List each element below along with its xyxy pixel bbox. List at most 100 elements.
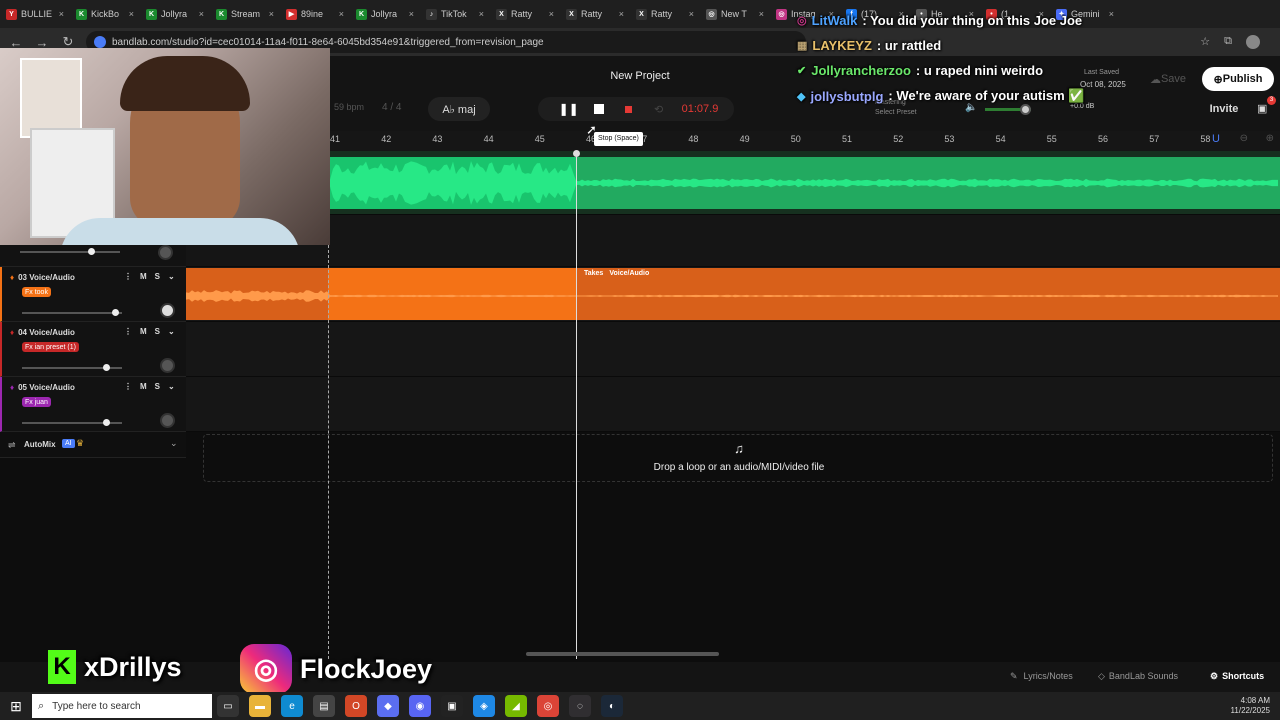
takes-label[interactable]: Takes: [584, 270, 603, 277]
tab-close-icon[interactable]: ×: [689, 9, 694, 19]
chrome-icon[interactable]: ◎: [537, 695, 559, 717]
volume-slider[interactable]: [22, 419, 122, 426]
audio-region-green[interactable]: [186, 151, 1280, 215]
pan-knob[interactable]: [160, 303, 175, 318]
drop-zone[interactable]: ♫ Drop a loop or an audio/MIDI/video fil…: [203, 434, 1273, 482]
solo-button[interactable]: S: [155, 272, 160, 281]
tab-close-icon[interactable]: ×: [619, 9, 624, 19]
edge-icon[interactable]: e: [281, 695, 303, 717]
volume-slider[interactable]: [22, 364, 122, 371]
volume-knob[interactable]: [102, 419, 110, 426]
chevron-down-icon[interactable]: ⌄: [168, 382, 175, 391]
track-header-05[interactable]: ♦ 05 Voice/Audio ⋮ M S ⌄ Fx juan: [0, 377, 186, 432]
fx-badge[interactable]: Fx juan: [22, 397, 51, 407]
track-lane-04[interactable]: [186, 322, 1280, 377]
site-info-icon[interactable]: [94, 36, 106, 48]
chevron-down-icon[interactable]: ⌄: [170, 438, 178, 449]
zoom-in-icon[interactable]: ⊕: [1266, 133, 1274, 144]
tab-close-icon[interactable]: ×: [269, 9, 274, 19]
key-button[interactable]: A♭ maj: [428, 97, 490, 121]
browser-tab[interactable]: X Ratty ×: [490, 0, 560, 28]
pan-knob[interactable]: [160, 358, 175, 373]
invite-button[interactable]: Invite: [1202, 97, 1246, 121]
track-lane-03[interactable]: Takes Voice/Audio: [186, 267, 1280, 322]
tab-close-icon[interactable]: ×: [479, 9, 484, 19]
horizontal-scrollbar[interactable]: [526, 652, 719, 656]
tab-close-icon[interactable]: ×: [199, 9, 204, 19]
timeline-ruler[interactable]: U ⊖ ⊕ 4142434445464748495051525354555657…: [330, 131, 1280, 151]
audio-region-orange[interactable]: [186, 267, 1280, 322]
track-header-04[interactable]: ♦ 04 Voice/Audio ⋮ M S ⌄ Fx ian preset (1): [0, 322, 186, 377]
tab-close-icon[interactable]: ×: [409, 9, 414, 19]
chevron-down-icon[interactable]: ⌄: [168, 272, 175, 281]
track-lane-02[interactable]: [186, 151, 1280, 215]
browser-tab[interactable]: K Jollyra ×: [350, 0, 420, 28]
browser-tab[interactable]: X Ratty ×: [560, 0, 630, 28]
solo-button[interactable]: S: [155, 382, 160, 391]
office-icon[interactable]: O: [345, 695, 367, 717]
solo-button[interactable]: S: [155, 327, 160, 336]
browser-tab[interactable]: ◎ New T ×: [700, 0, 770, 28]
tab-close-icon[interactable]: ×: [129, 9, 134, 19]
browser-tab[interactable]: Y BULLIE ×: [0, 0, 70, 28]
bandlab-sounds-button[interactable]: ◇ BandLab Sounds: [1098, 671, 1178, 682]
playhead-handle[interactable]: [573, 150, 580, 157]
track-menu-icon[interactable]: ⋮: [124, 382, 132, 391]
windows-start-icon[interactable]: ⊞: [5, 695, 27, 717]
select-preset[interactable]: Select Preset: [875, 109, 917, 116]
track-header-03[interactable]: ♦ 03 Voice/Audio ⋮ M S ⌄ Fx took: [0, 267, 186, 322]
browser-tab[interactable]: K Stream ×: [210, 0, 280, 28]
track-lane-05[interactable]: [186, 377, 1280, 432]
time-signature[interactable]: 4 / 4: [382, 102, 401, 113]
notifications-icon[interactable]: ▣: [1257, 102, 1267, 115]
app-icon[interactable]: ◈: [473, 695, 495, 717]
shortcuts-button[interactable]: ⚙ Shortcuts: [1210, 671, 1264, 682]
save-button[interactable]: ☁ Save: [1140, 67, 1196, 91]
tab-close-icon[interactable]: ×: [1109, 9, 1114, 19]
fx-badge[interactable]: Fx took: [22, 287, 51, 297]
bookmark-star-icon[interactable]: ☆: [1200, 35, 1210, 49]
track-lane-empty[interactable]: [186, 215, 1280, 267]
nvidia-icon[interactable]: ◢: [505, 695, 527, 717]
chevron-down-icon[interactable]: ⌄: [168, 327, 175, 336]
track-menu-icon[interactable]: ⋮: [124, 327, 132, 336]
snap-magnet-icon[interactable]: U: [1212, 133, 1220, 145]
discord-icon[interactable]: ◉: [409, 695, 431, 717]
volume-slider[interactable]: [22, 309, 122, 316]
taskbar-search[interactable]: ⌕ Type here to search: [32, 694, 212, 718]
mute-button[interactable]: M: [140, 327, 147, 336]
terminal-icon[interactable]: ▤: [313, 695, 335, 717]
tab-close-icon[interactable]: ×: [759, 9, 764, 19]
playhead[interactable]: [576, 153, 577, 659]
profile-icon[interactable]: [1246, 35, 1260, 49]
obs-icon[interactable]: ◌: [569, 695, 591, 717]
zoom-out-icon[interactable]: ⊖: [1240, 133, 1248, 144]
file-explorer-icon[interactable]: ▬: [249, 695, 271, 717]
game-icon[interactable]: ▣: [441, 695, 463, 717]
volume-knob[interactable]: [112, 309, 120, 316]
volume-knob[interactable]: [102, 364, 110, 371]
bpm-display[interactable]: 59 bpm: [334, 102, 364, 112]
tab-close-icon[interactable]: ×: [339, 9, 344, 19]
browser-tab[interactable]: X Ratty ×: [630, 0, 700, 28]
tab-close-icon[interactable]: ×: [59, 9, 64, 19]
taskbar-clock[interactable]: 4:08 AM 11/22/2025: [1231, 696, 1280, 716]
track-name[interactable]: ♦ 03 Voice/Audio: [10, 273, 75, 282]
browser-tab[interactable]: K Jollyra ×: [140, 0, 210, 28]
publish-button[interactable]: ⊕ Publish: [1202, 67, 1274, 91]
automix-row[interactable]: ⇌ AutoMix AI ♛ ⌄: [0, 432, 186, 458]
tab-close-icon[interactable]: ×: [549, 9, 554, 19]
steam-icon[interactable]: ◐: [601, 695, 623, 717]
fx-badge[interactable]: Fx ian preset (1): [22, 342, 79, 352]
lyrics-notes-button[interactable]: ✎ Lyrics/Notes: [1010, 671, 1073, 682]
pause-icon[interactable]: ❚❚: [554, 102, 584, 116]
track-name[interactable]: ♦ 04 Voice/Audio: [10, 328, 75, 337]
browser-tab[interactable]: K KickBo ×: [70, 0, 140, 28]
loop-icon[interactable]: ⟲: [644, 103, 674, 116]
track-name[interactable]: ♦ 05 Voice/Audio: [10, 383, 75, 392]
pan-knob[interactable]: [160, 413, 175, 428]
browser-tab[interactable]: ▶ 89ine ×: [280, 0, 350, 28]
extensions-icon[interactable]: ⧉: [1224, 35, 1232, 49]
track-menu-icon[interactable]: ⋮: [124, 272, 132, 281]
copilot-icon[interactable]: ◆: [377, 695, 399, 717]
